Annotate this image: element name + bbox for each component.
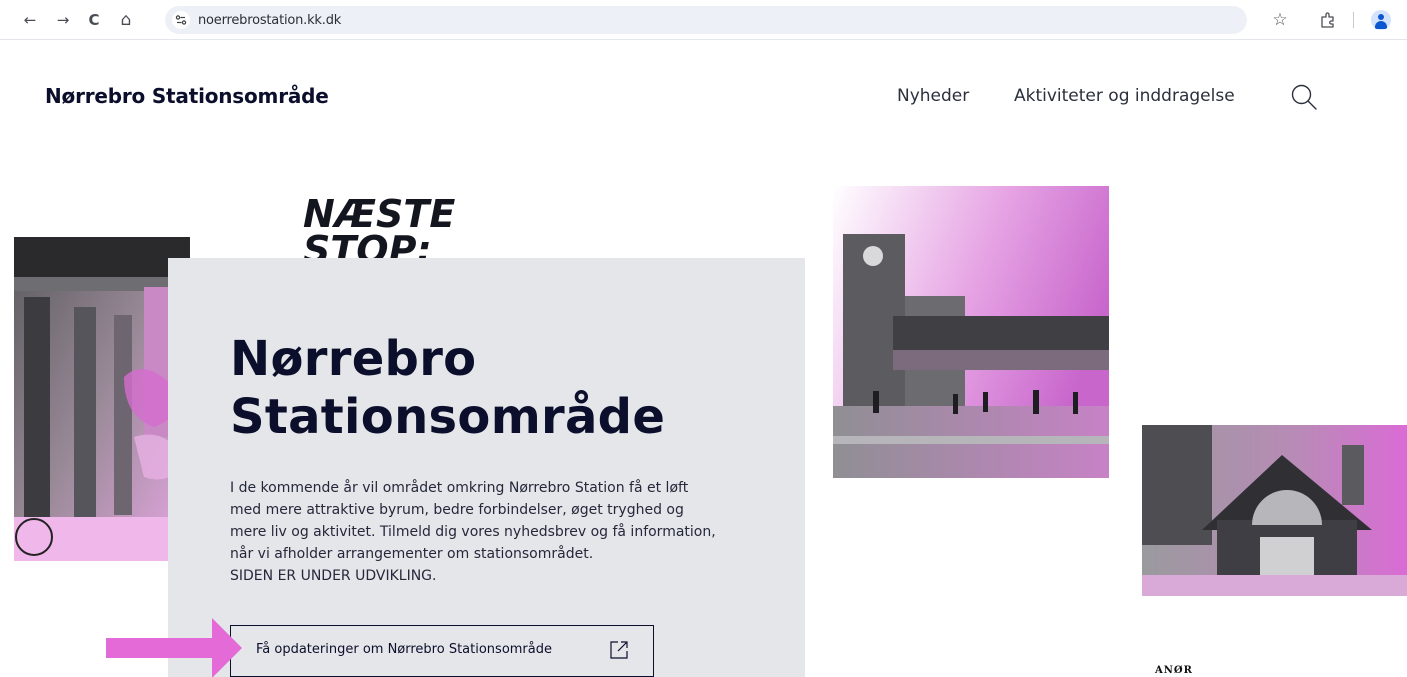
old-station-building-photo: [1142, 425, 1407, 596]
nav-link-nyheder[interactable]: Nyheder: [897, 86, 969, 106]
naeste-stop-graphic: NÆSTE STOP:: [303, 196, 503, 258]
site-info-icon[interactable]: [172, 11, 190, 29]
reload-icon[interactable]: C: [86, 12, 102, 28]
hero-text-line: I de kommende år vil området omkring Nør…: [230, 480, 689, 496]
subscribe-button-label: Få opdateringer om Nørrebro Stationsområ…: [256, 642, 552, 657]
hero-text-line: mere liv og aktivitet. Tilmeld dig vores…: [230, 524, 716, 540]
graphic-line-1: NÆSTE: [303, 196, 456, 236]
bookmark-star-icon[interactable]: ☆: [1271, 10, 1289, 30]
hero-title-line-2: Stationsområde: [230, 389, 666, 445]
extensions-icon[interactable]: [1318, 11, 1338, 29]
external-link-icon: [609, 640, 629, 660]
toolbar-divider: [1353, 12, 1354, 28]
underpass-photo: [14, 237, 190, 561]
site-logo[interactable]: Nørrebro Stationsområde: [45, 84, 329, 108]
hero-text-line: når vi afholder arrangementer om station…: [230, 546, 594, 562]
search-icon[interactable]: [1289, 82, 1319, 112]
annotation-arrow-icon: [106, 618, 242, 677]
hero-title: Nørrebro Stationsområde: [230, 330, 665, 446]
forward-icon[interactable]: →: [55, 12, 71, 28]
hero-title-line-1: Nørrebro: [230, 331, 477, 387]
graphic-line-2: STOP:: [303, 228, 432, 258]
nav-link-aktiviteter[interactable]: Aktiviteter og inddragelse: [1014, 86, 1235, 106]
hero-text-line: med mere attraktive byrum, bedre forbind…: [230, 502, 684, 518]
address-bar[interactable]: noerrebrostation.kk.dk: [165, 6, 1247, 34]
hero-description: I de kommende år vil området omkring Nør…: [230, 477, 770, 587]
station-street-photo: [833, 186, 1109, 478]
profile-avatar-icon[interactable]: [1371, 10, 1391, 30]
url-text[interactable]: noerrebrostation.kk.dk: [198, 13, 341, 28]
subscribe-updates-button[interactable]: Få opdateringer om Nørrebro Stationsområ…: [230, 625, 654, 677]
hero-text-line: SIDEN ER UNDER UDVIKLING.: [230, 568, 437, 584]
home-icon[interactable]: ⌂: [118, 12, 134, 29]
browser-toolbar: ← → C ⌂ noerrebrostation.kk.dk ☆: [0, 0, 1407, 40]
stamp-logo-partial: ANØR: [1155, 665, 1193, 676]
hero-card: Nørrebro Stationsområde I de kommende år…: [168, 258, 805, 677]
back-icon[interactable]: ←: [22, 12, 38, 28]
